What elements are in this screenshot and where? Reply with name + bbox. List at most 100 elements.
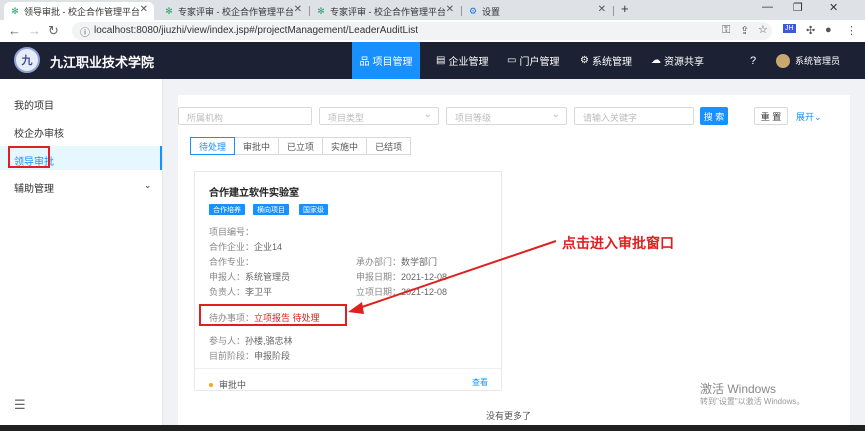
new-tab-button[interactable]: + [621,1,629,16]
reset-button[interactable]: 重 置 [754,107,788,125]
tab-approved[interactable]: 已立项 [278,137,324,155]
project-card: 合作建立软件实验室 合作培养 横向项目 国家级 项目编号： 合作企业：企业14 … [194,171,502,391]
tab-implementing[interactable]: 实施中 [322,137,368,155]
type-select-placeholder: 项目类型 [328,113,365,123]
project-level-select[interactable]: 项目等级 ⌄ [446,107,567,125]
browser-toolbar: ← → ↻ ⓘ localhost:8080/jiuzhi/view/index… [0,20,865,43]
help-icon[interactable]: ? [750,42,756,79]
browser-tab-title: 领导审批 - 校企合作管理平台 [24,6,140,17]
field-partner: 合作企业：企业14 [209,240,282,253]
field-value: 2021-12-08 [401,287,448,297]
nav-portal-management[interactable]: ▭ 门户管理 [507,42,559,79]
document-icon: ▤ [436,55,446,66]
tab-approving[interactable]: 审批中 [234,137,280,155]
profile-icon[interactable]: ● [825,24,832,36]
field-label: 待办事项： [209,313,255,323]
nav-label: 系统管理 [591,57,632,68]
browser-tab-3[interactable]: ✻ 专家评审 - 校企合作管理平台 ✕ [310,2,460,20]
address-bar[interactable]: ⓘ localhost:8080/jiuzhi/view/index.jsp#/… [72,22,772,40]
no-more-text: 没有更多了 [486,411,532,421]
site-favicon-icon: ✻ [11,5,19,16]
browser-tab-title: 专家评审 - 校企合作管理平台 [330,6,446,17]
browser-tab-title: 设置 [482,6,501,17]
reload-icon[interactable]: ↻ [48,23,59,39]
field-label: 合作企业： [209,242,255,252]
todo-item[interactable]: 待办事项：立项报告 待处理 [209,311,320,324]
annotation-callout: 点击进入审批窗口 [562,235,674,251]
nav-system-management[interactable]: ⚙ 系统管理 [580,42,632,79]
sidebar: 我的项目 校企办审核 领导审批 辅助管理 ⌄ ☰ [0,79,163,431]
sidebar-item-office-review[interactable]: 校企办审核 [14,125,64,140]
info-icon[interactable]: ⓘ [80,24,90,39]
app-header: 九 九江职业技术学院 品 项目管理 ▤ 企业管理 ▭ 门户管理 ⚙ 系统管理 ☁… [0,42,865,79]
back-icon[interactable]: ← [8,23,21,38]
nav-project-management[interactable]: 品 项目管理 [352,42,420,79]
field-label: 参与人： [209,336,246,346]
chevron-down-icon[interactable]: ⌄ [144,180,152,191]
project-type-select[interactable]: 项目类型 ⌄ [319,107,439,125]
collapse-menu-icon[interactable]: ☰ [14,397,26,413]
browser-tab-1[interactable]: ✻ 领导审批 - 校企合作管理平台 ✕ [4,2,154,20]
field-label: 项目编号： [209,227,255,237]
close-tab-icon[interactable]: ✕ [294,4,302,15]
key-icon[interactable]: ⚿ [722,24,730,37]
school-name: 九江职业技术学院 [50,55,155,70]
windows-activation-watermark: 激活 Windows [700,382,777,396]
minimize-icon[interactable]: — [762,1,773,13]
forward-icon[interactable]: → [28,23,41,38]
view-link[interactable]: 查看 [472,377,488,388]
field-value: 2021-12-08 [401,272,448,282]
browser-tab-4[interactable]: ⚙ 设置 ✕ [462,2,612,20]
cloud-icon: ☁ [651,55,661,66]
sidebar-item-my-projects[interactable]: 我的项目 [14,97,54,112]
chevron-down-icon: ⌄ [551,109,560,120]
restore-window-icon[interactable]: ❐ [793,1,803,14]
nav-resource-sharing[interactable]: ☁ 资源共享 [651,42,704,79]
keyword-input[interactable]: 请输入关键字 [574,107,694,125]
monitor-icon: ▭ [507,55,517,66]
field-label: 申报人： [209,272,246,282]
nav-enterprise-management[interactable]: ▤ 企业管理 [436,42,488,79]
close-tab-icon[interactable]: ✕ [446,4,454,15]
bookmark-star-icon[interactable]: ☆ [758,23,768,36]
field-label: 立项日期： [356,287,402,297]
avatar[interactable] [776,54,790,68]
field-participants: 参与人：孙楼,骆忠林 [209,334,293,347]
close-tab-icon[interactable]: ✕ [598,4,606,15]
close-tab-icon[interactable]: ✕ [140,4,148,15]
field-label: 合作专业： [209,257,255,267]
close-window-icon[interactable]: ✕ [829,1,838,14]
user-name[interactable]: 系统管理员 [795,42,840,79]
browser-tab-2[interactable]: ✻ 专家评审 - 校企合作管理平台 ✕ [158,2,308,20]
tab-closed[interactable]: 已结项 [366,137,412,155]
extensions-puzzle-icon[interactable]: ✣ [806,24,815,37]
chevron-down-icon: ⌄ [423,109,432,120]
org-select[interactable]: 所属机构 [178,107,312,125]
todo-value[interactable]: 立项报告 待处理 [254,313,320,323]
windows-activation-hint: 转到"设置"以激活 Windows。 [700,397,805,406]
extension-badge-icon[interactable]: JH [783,24,796,33]
status-dot-icon [209,383,213,387]
field-value: 企业14 [254,242,283,252]
expand-filters-link[interactable]: 展开⌄ [796,110,822,123]
org-select-placeholder: 所属机构 [187,113,224,123]
search-button[interactable]: 搜 索 [700,107,728,125]
expand-label: 展开 [796,112,815,122]
field-apply-date: 申报日期：2021-12-08 [356,270,447,283]
browser-menu-icon[interactable]: ⋮ [846,24,857,37]
field-applicant: 申报人：系统管理员 [209,270,290,283]
sidebar-item-aux-management[interactable]: 辅助管理 [14,180,54,195]
taskbar [0,425,865,431]
gear-icon: ⚙ [580,55,589,66]
share-icon[interactable]: ⇪ [740,24,749,37]
field-project-no: 项目编号： [209,225,254,238]
tab-pending[interactable]: 待处理 [190,137,236,155]
tag-badge: 国家级 [299,204,328,215]
field-label: 申报日期： [356,272,402,282]
field-dept: 承办部门：数学部门 [356,255,437,268]
field-stage: 目前阶段：申报阶段 [209,349,290,362]
sidebar-active-indicator [160,146,162,170]
browser-tab-strip: ✻ 领导审批 - 校企合作管理平台 ✕ ✻ 专家评审 - 校企合作管理平台 ✕ … [0,0,865,20]
project-tree-icon: 品 [359,57,370,68]
field-label: 承办部门： [356,257,402,267]
